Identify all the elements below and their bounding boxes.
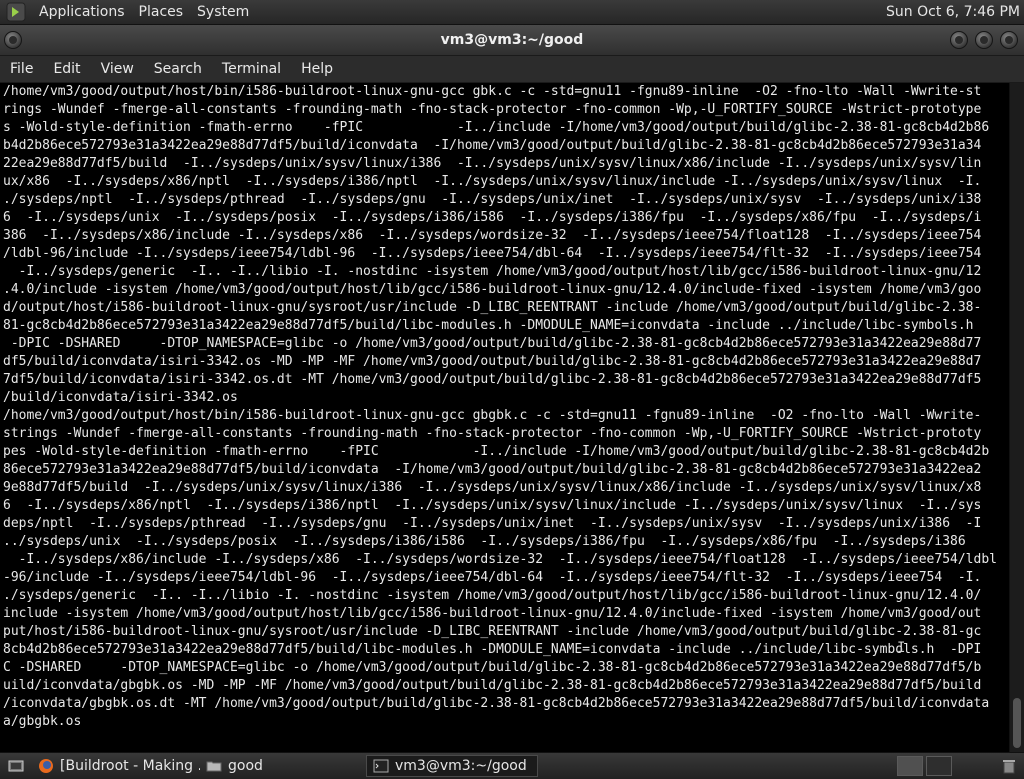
terminal-line: 6 -I../sysdeps/unix -I../sysdeps/posix -…	[3, 210, 982, 225]
terminal-line: include -isystem /home/vm3/good/output/h…	[3, 606, 982, 621]
menu-view[interactable]: View	[91, 61, 144, 77]
terminal-line: ../sysdeps/unix -I../sysdeps/posix -I../…	[3, 534, 966, 549]
terminal-line: s -Wold-style-definition -fmath-errno -f…	[3, 120, 990, 135]
terminal-line: pes -Wold-style-definition -fmath-errno …	[3, 444, 990, 459]
terminal-window: vm3@vm3:~/good File Edit View Search Ter…	[0, 25, 1024, 752]
terminal-line: /build/iconvdata/isiri-3342.os	[3, 390, 238, 405]
taskbar-label: [Buildroot - Making ...	[60, 758, 200, 774]
show-desktop-icon	[8, 760, 24, 772]
terminal-line: /home/vm3/good/output/host/bin/i586-buil…	[3, 84, 982, 99]
menu-edit[interactable]: Edit	[43, 61, 90, 77]
terminal-line: put/host/i586-buildroot-linux-gnu/sysroo…	[3, 624, 982, 639]
terminal-scrollbar[interactable]	[1009, 83, 1024, 752]
taskbar-item-terminal[interactable]: vm3@vm3:~/good	[366, 755, 538, 777]
system-menu[interactable]: System	[190, 0, 256, 24]
terminal-line: -96/include -I../sysdeps/ieee754/ldbl-96…	[3, 570, 982, 585]
top-panel: Applications Places System Sun Oct 6, 7:…	[0, 0, 1024, 25]
workspace-1[interactable]	[897, 756, 923, 776]
taskbar-label: vm3@vm3:~/good	[395, 758, 527, 774]
scrollbar-thumb[interactable]	[1013, 698, 1021, 748]
terminal-line: ux/x86 -I../sysdeps/x86/nptl -I../sysdep…	[3, 174, 982, 189]
terminal-line: rings -Wundef -fmerge-all-constants -fro…	[3, 102, 982, 117]
folder-icon	[206, 761, 222, 772]
terminal-line: strings -Wundef -fmerge-all-constants -f…	[3, 426, 982, 441]
terminal-line: /ldbl-96/include -I../sysdeps/ieee754/ld…	[3, 246, 982, 261]
terminal-line: ./sysdeps/nptl -I../sysdeps/pthread -I..…	[3, 192, 982, 207]
terminal-line: 8cb4d2b86ece572793e31a3422ea29e88d77df5/…	[3, 642, 982, 657]
terminal-line: a/gbgbk.os	[3, 714, 82, 729]
menu-file[interactable]: File	[0, 61, 43, 77]
terminal-line: deps/nptl -I../sysdeps/pthread -I../sysd…	[3, 516, 982, 531]
terminal-line: /iconvdata/gbgbk.os.dt -MT /home/vm3/goo…	[3, 696, 990, 711]
bottom-panel: [Buildroot - Making ... good vm3@vm3:~/g…	[0, 752, 1024, 779]
maximize-button[interactable]	[975, 31, 993, 49]
menu-terminal[interactable]: Terminal	[212, 61, 291, 77]
firefox-icon	[39, 759, 53, 773]
text-cursor-icon: I	[897, 640, 906, 656]
applications-menu[interactable]: Applications	[32, 0, 132, 24]
terminal-line: .4.0/include -isystem /home/vm3/good/out…	[3, 282, 982, 297]
terminal-line: b4d2b86ece572793e31a3422ea29e88d77df5/bu…	[3, 138, 982, 153]
menubar: File Edit View Search Terminal Help	[0, 56, 1024, 83]
menu-help[interactable]: Help	[291, 61, 343, 77]
workspace-2[interactable]	[926, 756, 952, 776]
gnome-foot-icon[interactable]	[6, 2, 26, 22]
terminal-line: /home/vm3/good/output/host/bin/i586-buil…	[3, 408, 982, 423]
terminal-line: 6 -I../sysdeps/x86/nptl -I../sysdeps/i38…	[3, 498, 982, 513]
terminal-line: 386 -I../sysdeps/x86/include -I../sysdep…	[3, 228, 982, 243]
terminal-line: -DPIC -DSHARED -DTOP_NAMESPACE=glibc -o …	[3, 336, 982, 351]
taskbar-item-firefox[interactable]: [Buildroot - Making ...	[32, 755, 200, 777]
terminal-icon	[373, 759, 389, 773]
terminal-line: ./sysdeps/generic -I.. -I../libio -I. -n…	[3, 588, 982, 603]
places-menu[interactable]: Places	[132, 0, 191, 24]
taskbar-label: good	[228, 758, 263, 774]
trash-icon[interactable]	[1000, 757, 1018, 775]
window-titlebar[interactable]: vm3@vm3:~/good	[0, 25, 1024, 56]
panel-clock[interactable]: Sun Oct 6, 7:46 PM	[886, 0, 1024, 24]
close-button[interactable]	[1000, 31, 1018, 49]
terminal-line: C -DSHARED -DTOP_NAMESPACE=glibc -o /hom…	[3, 660, 982, 675]
terminal-output[interactable]: /home/vm3/good/output/host/bin/i586-buil…	[0, 83, 1010, 752]
terminal-line: 86ece572793e31a3422ea29e88d77df5/build/i…	[3, 462, 982, 477]
terminal-line: 22ea29e88d77df5/build -I../sysdeps/unix/…	[3, 156, 982, 171]
minimize-button[interactable]	[950, 31, 968, 49]
taskbar-item-folder[interactable]: good	[200, 755, 360, 777]
terminal-line: 7df5/build/iconvdata/isiri-3342.os.dt -M…	[3, 372, 982, 387]
terminal-line: uild/iconvdata/gbgbk.os -MD -MP -MF /hom…	[3, 678, 982, 693]
terminal-line: d/output/host/i586-buildroot-linux-gnu/s…	[3, 300, 982, 315]
menu-search[interactable]: Search	[144, 61, 212, 77]
terminal-line: 81-gc8cb4d2b86ece572793e31a3422ea29e88d7…	[3, 318, 974, 333]
terminal-line: -I../sysdeps/x86/include -I../sysdeps/x8…	[3, 552, 997, 567]
window-title: vm3@vm3:~/good	[440, 32, 584, 48]
terminal-line: df5/build/iconvdata/isiri-3342.os -MD -M…	[3, 354, 982, 369]
terminal-line: 9e88d77df5/build -I../sysdeps/unix/sysv/…	[3, 480, 982, 495]
show-desktop-button[interactable]	[2, 755, 26, 777]
terminal-line: -I../sysdeps/generic -I.. -I../libio -I.…	[3, 264, 982, 279]
